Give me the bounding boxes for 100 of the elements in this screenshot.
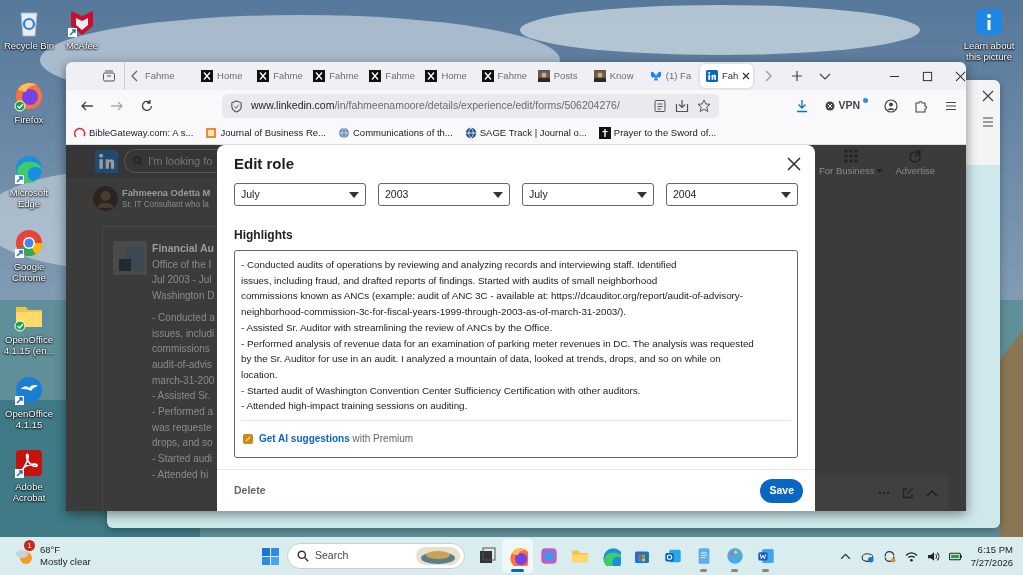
browser-tab[interactable]: Know bbox=[587, 64, 644, 88]
close-icon[interactable] bbox=[955, 70, 966, 82]
bookmark-link[interactable]: Prayer to the Sword of... bbox=[598, 125, 717, 141]
firefox-icon bbox=[507, 546, 528, 566]
company-logo-icon bbox=[113, 241, 147, 275]
new-tab-icon[interactable] bbox=[791, 70, 804, 82]
icon-label[interactable]: OpenOffice 4.1.15 bbox=[0, 408, 58, 430]
browser-tab[interactable]: Fahme bbox=[475, 64, 532, 88]
nav-link[interactable]: Advertise bbox=[895, 164, 936, 179]
address-bar[interactable]: www.linkedin.com/in/fahmeenamoore/details/experience/edit/forms/506204276/ bbox=[222, 94, 720, 118]
clock[interactable]: 6:15 PM 7/27/2026 bbox=[970, 543, 1013, 569]
browser-tab[interactable]: Fah bbox=[699, 64, 754, 88]
nav-link[interactable]: For Business bbox=[819, 164, 884, 179]
premium-icon bbox=[243, 433, 253, 444]
close-icon[interactable] bbox=[787, 157, 801, 171]
thumbnail-icon bbox=[593, 70, 606, 82]
reader-view-icon[interactable] bbox=[653, 99, 668, 113]
browser-tab[interactable]: (1) Fa bbox=[643, 64, 700, 88]
ai-suggestion-text: Get AI suggestions with Premium bbox=[259, 432, 414, 447]
x-logo-icon bbox=[481, 70, 494, 82]
maximize-icon[interactable] bbox=[922, 70, 934, 82]
chevron-left-icon[interactable] bbox=[131, 70, 139, 82]
search-highlight-icon bbox=[416, 547, 460, 565]
caret-down-icon bbox=[876, 169, 884, 174]
taskbar-app[interactable] bbox=[502, 539, 533, 573]
description-line: issues, includi bbox=[152, 326, 215, 341]
reload-icon[interactable] bbox=[140, 99, 154, 113]
icon-label[interactable]: Google Chrome bbox=[0, 261, 58, 283]
search-icon bbox=[297, 550, 309, 562]
icon-label[interactable]: Adobe Acrobat bbox=[0, 481, 58, 503]
browser-tab[interactable]: Home bbox=[195, 64, 252, 88]
browser-tab[interactable]: Fahme bbox=[307, 64, 364, 88]
date-select[interactable]: July bbox=[522, 183, 654, 206]
job-title: Financial Au bbox=[152, 241, 215, 256]
description-line: was requeste bbox=[152, 420, 213, 435]
butterfly-icon bbox=[649, 70, 662, 82]
description-line: - Performed a bbox=[152, 405, 215, 420]
bookmark-icon bbox=[74, 127, 86, 139]
volume-icon[interactable] bbox=[926, 549, 940, 563]
dialog-title: Edit role bbox=[234, 153, 294, 174]
search-field[interactable]: Search bbox=[287, 543, 465, 569]
icon-label[interactable]: OpenOffice 4.1.15 (en... bbox=[0, 334, 58, 356]
openoffice-icon[interactable] bbox=[13, 374, 45, 406]
star-icon[interactable] bbox=[697, 99, 712, 113]
ai-suggestions-link[interactable]: Get AI suggestions bbox=[259, 433, 350, 445]
acrobat-icon[interactable] bbox=[13, 447, 45, 479]
browser-tab[interactable]: Home bbox=[419, 64, 476, 88]
browser-tab[interactable]: Fahme bbox=[251, 64, 308, 88]
wifi-icon[interactable] bbox=[904, 549, 918, 563]
description-line: commissions bbox=[152, 342, 211, 357]
job-detail: Washington D bbox=[152, 289, 215, 304]
weather-condition: Mostly clear bbox=[40, 556, 91, 568]
date-select[interactable]: 2004 bbox=[666, 183, 798, 206]
save-button[interactable]: Save bbox=[760, 478, 803, 503]
account-icon[interactable] bbox=[884, 99, 898, 113]
description-line: - Conducted a bbox=[152, 310, 215, 325]
menu-icon[interactable] bbox=[944, 99, 958, 113]
browser-tab[interactable]: Posts bbox=[531, 64, 588, 88]
palette-icon bbox=[724, 546, 745, 566]
tab-list-icon[interactable] bbox=[102, 69, 116, 83]
linkedin-logo-icon bbox=[95, 149, 118, 173]
save-to-pocket-icon[interactable] bbox=[675, 99, 690, 113]
sync-icon[interactable] bbox=[882, 549, 896, 563]
chrome-icon[interactable] bbox=[13, 227, 45, 259]
caret-down-icon bbox=[637, 191, 647, 198]
field-label: Highlights bbox=[234, 227, 294, 244]
description-line: audit-of-advis bbox=[152, 357, 214, 372]
start-icon[interactable] bbox=[262, 547, 279, 565]
x-logo-icon bbox=[257, 70, 270, 82]
description-line: - Started audi bbox=[152, 452, 214, 467]
browser-tab[interactable]: Fahme bbox=[363, 64, 420, 88]
icon-label[interactable]: Firefox bbox=[14, 114, 44, 125]
linkedin-icon bbox=[705, 70, 718, 82]
avatar-icon bbox=[93, 185, 118, 211]
highlights-field[interactable]: - Conducted audits of operations by reviewing and analyzing records and interviewing staff. Identified issues, including fraud, and drafted reports of findings. Started with audits of small neighborhood commissions known as ANCs (example: audit of ANC 3C - available at: https://dcauditor.org/report/audit-of-advisory- neighborhood-commission-3c-for-fiscal-years-1999-through-2003-as-of-march-31-2003/). - Assisted Sr. Auditor with streamlining the review of ANCs by the Office. - Performed analysis of revenue data for an examination of parking meter revenues in DC. The analysis was requested by the Sr. Auditor for use in an audit. I analyzed a mountain of data, looked at trends, drops, and so on while on location. - Started audit of Washington Convention Center Sufficiency Certification with other auditors. - Attended high-impact training sessions on auditing. bbox=[241, 257, 791, 415]
browser-tab[interactable]: Fahme bbox=[139, 64, 196, 88]
edge-icon[interactable] bbox=[13, 153, 45, 185]
caret-down-icon bbox=[349, 191, 359, 198]
date-select[interactable]: July bbox=[234, 183, 366, 206]
bookmark-link[interactable]: BibleGateway.com: A s... bbox=[74, 125, 194, 141]
firefox-icon[interactable] bbox=[13, 80, 45, 112]
description-line: march-31-200 bbox=[152, 373, 215, 388]
bookmark-link[interactable]: Journal of Business Re... bbox=[205, 125, 326, 141]
download-icon[interactable] bbox=[795, 99, 810, 113]
extensions-icon[interactable] bbox=[914, 99, 928, 113]
close-icon[interactable] bbox=[742, 72, 751, 80]
bookmark-icon bbox=[598, 127, 611, 139]
vpn-button[interactable]: VPN bbox=[825, 98, 868, 114]
date-select[interactable]: 2003 bbox=[378, 183, 510, 206]
bookmark-link[interactable]: Communications of th... bbox=[338, 125, 453, 141]
x-logo-icon bbox=[313, 70, 326, 82]
bookmark-link[interactable]: SAGE Track | Journal o... bbox=[464, 125, 587, 141]
globe-icon bbox=[338, 127, 350, 139]
close-icon[interactable] bbox=[982, 90, 994, 102]
back-icon[interactable] bbox=[80, 99, 94, 113]
icon-label[interactable]: Recycle Bin bbox=[3, 40, 55, 51]
info-icon[interactable] bbox=[973, 6, 1005, 38]
icon-label[interactable]: Learn about this picture bbox=[955, 40, 1023, 62]
description-line: - Assisted Sr. bbox=[152, 389, 212, 404]
delete-button[interactable]: Delete bbox=[234, 482, 266, 499]
